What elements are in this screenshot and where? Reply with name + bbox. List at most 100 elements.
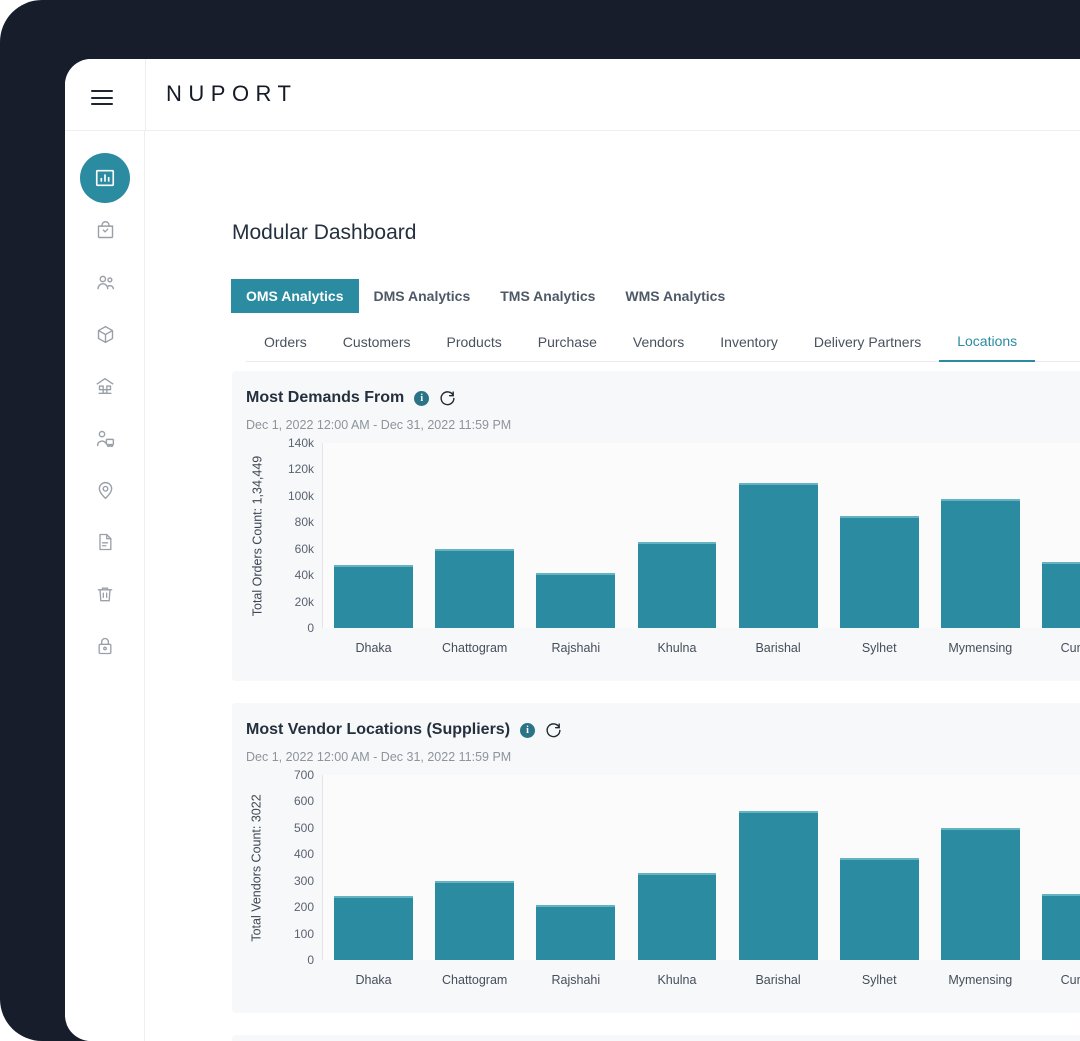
info-icon[interactable]: i bbox=[520, 722, 536, 738]
subtab-inventory[interactable]: Inventory bbox=[702, 334, 796, 361]
x-tick-label: Rajshahi bbox=[551, 641, 601, 655]
bar-slot bbox=[323, 775, 424, 960]
sidebar-item-orders[interactable] bbox=[80, 205, 130, 255]
refresh-icon[interactable] bbox=[439, 390, 456, 407]
sidebar-item-trash[interactable] bbox=[80, 569, 130, 619]
trash-icon bbox=[97, 587, 113, 602]
bar-mymensing[interactable] bbox=[940, 498, 1020, 628]
card-header: Most Demands From i Dec 1, 2022 12:00 AM… bbox=[246, 389, 511, 432]
sidebar-item-warehouse[interactable] bbox=[80, 361, 130, 411]
users-icon bbox=[96, 275, 114, 289]
page-title: Modular Dashboard bbox=[232, 221, 417, 244]
bar-chart-icon bbox=[95, 169, 115, 187]
bar-cumilla[interactable] bbox=[1042, 893, 1080, 960]
sidebar-item-security[interactable] bbox=[80, 621, 130, 671]
bar-series bbox=[323, 443, 1080, 628]
box-icon bbox=[97, 325, 113, 343]
sidebar-item-locations[interactable] bbox=[80, 465, 130, 515]
bar-rajshahi[interactable] bbox=[536, 904, 616, 960]
warehouse-icon bbox=[96, 377, 114, 395]
bar-slot bbox=[525, 443, 626, 628]
bar-mymensing[interactable] bbox=[940, 827, 1020, 960]
bar-chattogram[interactable] bbox=[435, 881, 515, 960]
x-axis-labels: Dhaka Chattogram Rajshahi Khulna Barishal Syl… bbox=[323, 961, 1080, 999]
x-tick-label: Chattogram bbox=[442, 973, 508, 987]
subtab-products[interactable]: Products bbox=[428, 334, 519, 361]
y-axis-label: Total Vendors Count: 3022 bbox=[250, 793, 265, 942]
x-tick-label: Mymensing bbox=[948, 641, 1013, 655]
sidebar-item-customers[interactable] bbox=[80, 257, 130, 307]
subtab-orders[interactable]: Orders bbox=[246, 334, 325, 361]
card-most-demands-from: Most Demands From i Dec 1, 2022 12:00 AM… bbox=[232, 371, 1080, 681]
x-tick-label: Dhaka bbox=[355, 973, 392, 987]
sidebar-item-products[interactable] bbox=[80, 309, 130, 359]
y-tick-label: 0 bbox=[307, 621, 314, 635]
x-tick-label: Sylhet bbox=[861, 641, 897, 655]
x-tick-label: Dhaka bbox=[355, 641, 392, 655]
x-tick-label: Sylhet bbox=[861, 973, 897, 987]
device-frame: NUPORT Modular Dashboard OMS Analytics D… bbox=[0, 0, 1080, 1041]
y-tick-label: 100k bbox=[287, 488, 314, 503]
x-tick-label: Khulna bbox=[657, 641, 697, 655]
bar-slot bbox=[626, 775, 727, 960]
bar-slot bbox=[323, 443, 424, 628]
bar-slot bbox=[1031, 443, 1080, 628]
subtab-locations[interactable]: Locations bbox=[939, 333, 1036, 362]
subtab-purchase[interactable]: Purchase bbox=[520, 334, 615, 361]
x-tick-label: Mymensing bbox=[948, 973, 1013, 987]
bar-sylhet[interactable] bbox=[839, 515, 919, 628]
x-axis-labels: Dhaka Chattogram Rajshahi Khulna Barishal Syl… bbox=[323, 629, 1080, 667]
subtab-delivery-partners[interactable]: Delivery Partners bbox=[796, 334, 939, 361]
bar-barishal[interactable] bbox=[738, 810, 818, 960]
bar-chattogram[interactable] bbox=[435, 548, 515, 628]
topbar-divider bbox=[145, 59, 146, 131]
y-axis-ticks: 140k 120k 100k 80k 60k 40k 20k 0 bbox=[268, 436, 320, 635]
shopping-bag-icon bbox=[97, 220, 113, 238]
bar-barishal[interactable] bbox=[738, 482, 818, 628]
app-screen: NUPORT Modular Dashboard OMS Analytics D… bbox=[65, 59, 1080, 1041]
tab-tms-analytics[interactable]: TMS Analytics bbox=[485, 279, 610, 313]
card-date-range: Dec 1, 2022 12:00 AM - Dec 31, 2022 11:5… bbox=[246, 750, 512, 764]
chart-most-vendor-locations: Total Vendors Count: 3022 700 600 500 400 30… bbox=[246, 768, 1080, 1000]
sidebar-item-dashboard[interactable] bbox=[80, 153, 130, 203]
brand-logo: NUPORT bbox=[166, 81, 298, 106]
location-pin-icon bbox=[98, 481, 112, 499]
bar-sylhet[interactable] bbox=[839, 858, 919, 960]
bar-slot bbox=[930, 443, 1031, 628]
subtab-customers[interactable]: Customers bbox=[325, 334, 429, 361]
sub-tab-bar: Orders Customers Products Purchase Vendo… bbox=[246, 326, 1080, 362]
refresh-icon[interactable] bbox=[545, 722, 562, 739]
y-tick-label: 500 bbox=[293, 820, 314, 835]
x-tick-label: Barishal bbox=[755, 641, 801, 655]
y-tick-label: 20k bbox=[294, 594, 314, 609]
bar-dhaka[interactable] bbox=[334, 564, 413, 628]
y-tick-label: 120k bbox=[287, 462, 314, 477]
tab-oms-analytics[interactable]: OMS Analytics bbox=[231, 279, 359, 313]
delivery-person-icon bbox=[96, 430, 114, 447]
card-header: Most Vendor Locations (Suppliers) i Dec … bbox=[246, 721, 562, 764]
y-tick-label: 140k bbox=[287, 436, 314, 450]
subtab-vendors[interactable]: Vendors bbox=[615, 334, 702, 361]
top-bar: NUPORT bbox=[65, 59, 1080, 131]
tab-wms-analytics[interactable]: WMS Analytics bbox=[610, 279, 740, 313]
sidebar-item-reports[interactable] bbox=[80, 517, 130, 567]
bar-khulna[interactable] bbox=[637, 873, 717, 960]
card-most-vendor-locations: Most Vendor Locations (Suppliers) i Dec … bbox=[232, 703, 1080, 1013]
tab-dms-analytics[interactable]: DMS Analytics bbox=[359, 279, 486, 313]
bar-khulna[interactable] bbox=[637, 542, 717, 628]
bar-slot bbox=[1031, 775, 1080, 960]
sidebar-item-delivery-partners[interactable] bbox=[80, 413, 130, 463]
bar-slot bbox=[728, 443, 829, 628]
bar-dhaka[interactable] bbox=[334, 895, 413, 960]
y-tick-label: 40k bbox=[294, 568, 314, 583]
y-tick-label: 300 bbox=[293, 873, 314, 888]
hamburger-icon[interactable] bbox=[91, 90, 113, 105]
bar-cumilla[interactable] bbox=[1042, 561, 1080, 628]
card-top-used-warehouse-spaces: Top Used Warehouse Spaces i Aug 31, 2022… bbox=[232, 1035, 1080, 1041]
info-icon[interactable]: i bbox=[414, 390, 430, 406]
bar-rajshahi[interactable] bbox=[536, 572, 616, 628]
x-tick-label: Cumilla bbox=[1060, 973, 1080, 987]
lock-icon bbox=[98, 637, 112, 655]
card-title: Most Vendor Locations (Suppliers) bbox=[246, 721, 511, 738]
card-title: Most Demands From bbox=[246, 389, 405, 406]
